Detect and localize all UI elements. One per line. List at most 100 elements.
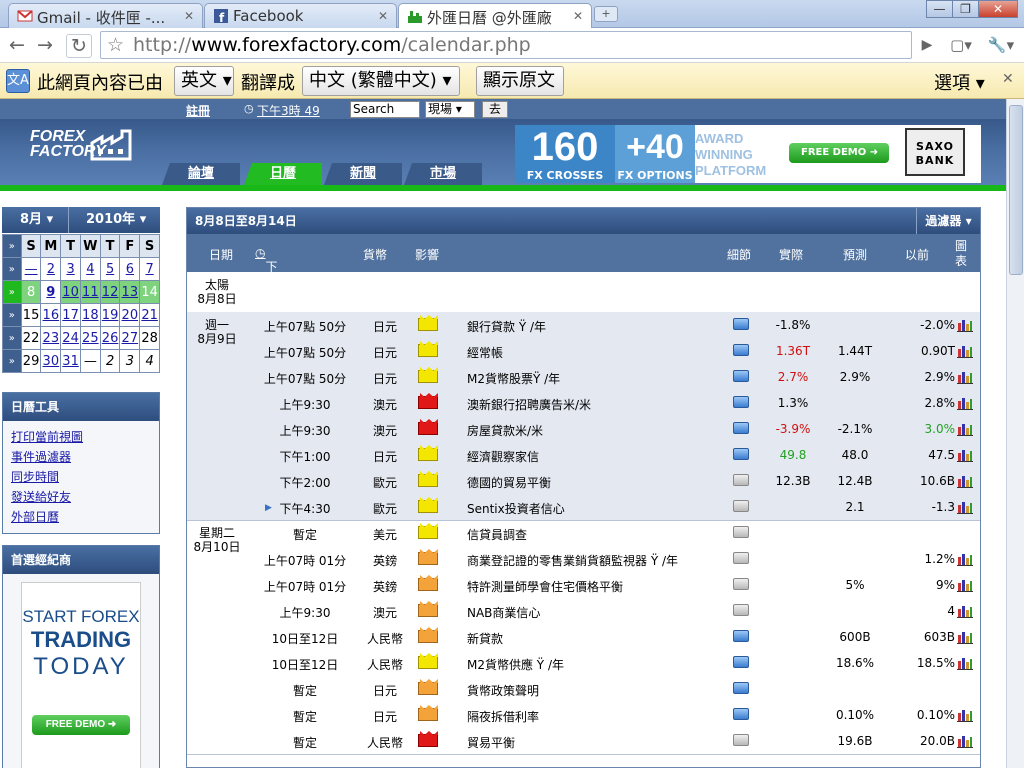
day-link[interactable]: 10 xyxy=(62,285,79,300)
close-icon[interactable]: ✕ xyxy=(184,9,194,23)
day-link[interactable]: 6 xyxy=(126,262,134,277)
day-link[interactable]: 3 xyxy=(66,262,74,277)
detail-icon[interactable] xyxy=(733,656,749,668)
day-link[interactable]: 2 xyxy=(47,262,55,277)
graph-icon[interactable] xyxy=(957,734,973,748)
show-original-button[interactable]: 顯示原文 xyxy=(476,66,564,96)
reload-button[interactable]: ↻ xyxy=(66,34,92,58)
graph-icon[interactable] xyxy=(957,396,973,410)
calendar-day[interactable]: 12 xyxy=(99,280,121,304)
day-link[interactable]: 27 xyxy=(122,331,139,346)
forexfactory-logo[interactable]: FOREX FACTORY xyxy=(30,129,132,161)
tool-link-print[interactable]: 打印當前視圖 xyxy=(11,427,151,447)
event-name[interactable]: 德國的貿易平衡 xyxy=(467,474,551,491)
day-link[interactable]: 9 xyxy=(46,285,55,300)
minimize-button[interactable]: — xyxy=(926,0,953,18)
day-link[interactable]: — xyxy=(25,262,38,277)
star-icon[interactable]: ☆ xyxy=(107,32,124,58)
detail-icon[interactable] xyxy=(733,682,749,694)
col-time[interactable]: ◷ 下午3時 49分 xyxy=(255,246,281,353)
calendar-day[interactable]: 24 xyxy=(60,326,81,350)
table-row[interactable]: 下午4:30 ▶ 歐元 Sentix投資者信心 2.1 -1.3 xyxy=(187,494,980,520)
calendar-day[interactable]: 14 xyxy=(139,280,160,304)
graph-icon[interactable] xyxy=(957,552,973,566)
graph-icon[interactable] xyxy=(957,448,973,462)
play-icon[interactable]: ▶ xyxy=(914,34,940,58)
table-row[interactable]: 上午07時 01分 英鎊 特許測量師學會住宅價格平衡 5% 9% xyxy=(187,572,980,598)
ad-free-demo-button[interactable]: FREE DEMO ➜ xyxy=(32,715,130,735)
calendar-day[interactable]: 2 xyxy=(40,257,62,281)
table-row[interactable]: 上午07時 01分 英鎊 商業登記證的零售業銷貨額監視器 Ÿ /年 1.2% xyxy=(187,546,980,572)
week-nav[interactable]: » xyxy=(2,234,22,258)
day-link[interactable]: 5 xyxy=(106,262,114,277)
detail-icon[interactable] xyxy=(733,448,749,460)
impact-icon[interactable] xyxy=(418,656,438,669)
address-bar[interactable]: ☆ http://www.forexfactory.com/calendar.p… xyxy=(100,31,912,59)
day-link[interactable]: 24 xyxy=(62,331,79,346)
translate-options-menu[interactable]: 選項 ▾ xyxy=(934,69,985,95)
graph-icon[interactable] xyxy=(957,604,973,618)
month-select[interactable]: 8月 ▾ xyxy=(20,207,53,233)
filter-button[interactable]: 過濾器 ▾ xyxy=(916,208,980,234)
calendar-day[interactable]: 23 xyxy=(40,326,62,350)
calendar-day[interactable]: 17 xyxy=(60,303,81,327)
event-name[interactable]: 銀行貸款 Ÿ /年 xyxy=(467,318,546,335)
calendar-day[interactable]: 27 xyxy=(119,326,141,350)
table-row[interactable]: 暫定 人民幣 貿易平衡 19.6B 20.0B xyxy=(187,728,980,754)
calendar-day[interactable]: 7 xyxy=(139,257,160,281)
calendar-day[interactable]: 25 xyxy=(79,326,101,350)
year-select[interactable]: 2010年 ▾ xyxy=(86,207,146,233)
target-language-select[interactable]: 中文 (繁體中文) ▾ xyxy=(302,66,460,96)
table-row[interactable]: 下午2:00 歐元 德國的貿易平衡 12.3B 12.4B 10.6B xyxy=(187,468,980,494)
close-icon[interactable]: ✕ xyxy=(1002,71,1014,87)
event-name[interactable]: 信貸員調查 xyxy=(467,526,527,543)
calendar-day[interactable]: 8 xyxy=(20,280,42,304)
detail-icon[interactable] xyxy=(733,370,749,382)
nav-tab-calendar[interactable]: 日曆 xyxy=(244,163,322,185)
table-row[interactable]: 暫定 日元 隔夜拆借利率 0.10% 0.10% xyxy=(187,702,980,728)
graph-icon[interactable] xyxy=(957,630,973,644)
table-row[interactable]: 上午9:30 澳元 房屋貸款米/米 -3.9% -2.1% 3.0% xyxy=(187,416,980,442)
detail-icon[interactable] xyxy=(733,500,749,512)
week-nav[interactable]: » xyxy=(2,349,22,373)
week-nav[interactable]: » xyxy=(2,326,22,350)
calendar-day[interactable]: 22 xyxy=(20,326,42,350)
event-name[interactable]: 隔夜拆借利率 xyxy=(467,708,539,725)
day-link[interactable]: 25 xyxy=(82,331,99,346)
impact-icon[interactable] xyxy=(418,552,438,565)
event-name[interactable]: 經常帳 xyxy=(467,344,503,361)
impact-icon[interactable] xyxy=(418,734,438,747)
calendar-day[interactable]: 26 xyxy=(99,326,121,350)
nav-tab-news[interactable]: 新聞 xyxy=(324,163,402,185)
calendar-day[interactable]: 19 xyxy=(99,303,121,327)
calendar-day[interactable]: 16 xyxy=(40,303,62,327)
page-menu-icon[interactable]: ▢▾ xyxy=(946,34,976,58)
calendar-day[interactable]: 11 xyxy=(79,280,101,304)
detail-icon[interactable] xyxy=(733,708,749,720)
day-link[interactable]: 17 xyxy=(62,308,79,323)
impact-icon[interactable] xyxy=(418,500,438,513)
event-name[interactable]: 貨幣政策聲明 xyxy=(467,682,539,699)
broker-ad[interactable]: START FOREX TRADING TODAY FREE DEMO ➜ xyxy=(21,582,141,768)
calendar-day[interactable]: 31 xyxy=(60,349,81,373)
site-search-input[interactable]: Search xyxy=(350,101,420,118)
saxo-banner-ad[interactable]: 160 FX CROSSES +40 FX OPTIONS AWARD WINN… xyxy=(515,125,981,183)
graph-icon[interactable] xyxy=(957,500,973,514)
calendar-day[interactable]: 29 xyxy=(20,349,42,373)
register-link[interactable]: 註冊 xyxy=(186,102,210,119)
calendar-day[interactable]: 21 xyxy=(139,303,160,327)
week-nav[interactable]: » xyxy=(2,257,22,281)
week-nav[interactable]: » xyxy=(2,303,22,327)
detail-icon[interactable] xyxy=(733,630,749,642)
search-scope-select[interactable]: 現場 ▾ xyxy=(425,101,475,118)
close-icon[interactable]: ✕ xyxy=(573,9,583,23)
detail-icon[interactable] xyxy=(733,604,749,616)
calendar-day[interactable]: 13 xyxy=(119,280,141,304)
event-name[interactable]: M2貨幣供應 Ÿ /年 xyxy=(467,656,564,673)
event-name[interactable]: 澳新銀行招聘廣告米/米 xyxy=(467,396,591,413)
table-row[interactable]: 暫定 日元 貨幣政策聲明 xyxy=(187,676,980,702)
table-row[interactable]: 上午9:30 澳元 NAB商業信心 4 xyxy=(187,598,980,624)
impact-icon[interactable] xyxy=(418,604,438,617)
close-icon[interactable]: ✕ xyxy=(378,9,388,23)
day-link[interactable]: 26 xyxy=(102,331,119,346)
